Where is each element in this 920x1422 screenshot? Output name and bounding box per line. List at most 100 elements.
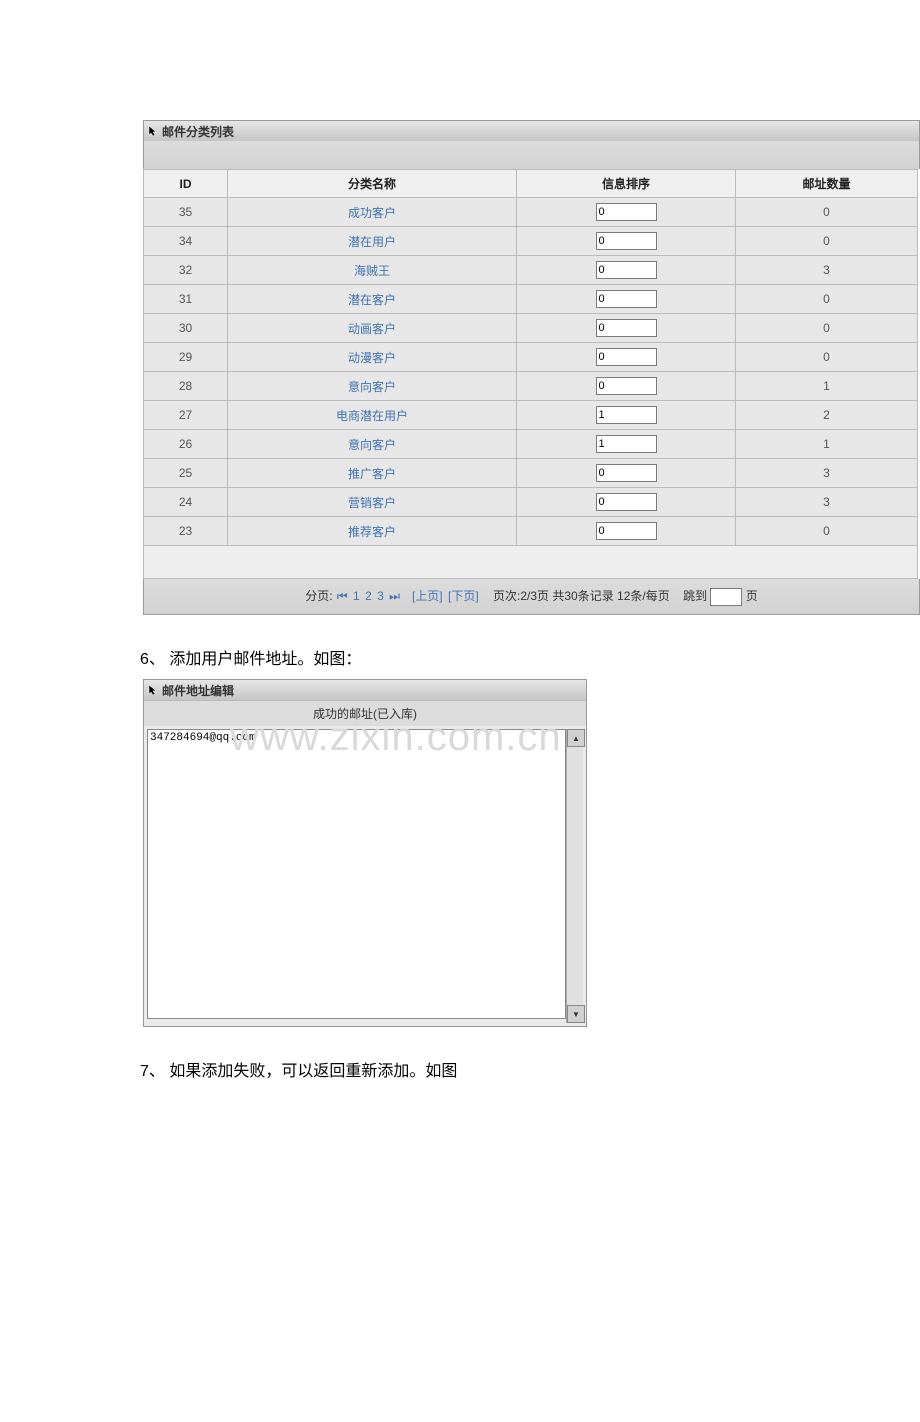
category-link[interactable]: 营销客户 [348, 496, 396, 510]
cell-sort [517, 488, 736, 517]
sort-input[interactable] [596, 522, 657, 540]
cell-id: 26 [144, 430, 228, 459]
cell-id: 29 [144, 343, 228, 372]
table-row: 35成功客户0 [144, 198, 918, 227]
cell-count: 0 [736, 517, 918, 546]
table-row: 25推广客户3 [144, 459, 918, 488]
sort-input[interactable] [596, 261, 657, 279]
panel-1-title: 邮件分类列表 [162, 123, 234, 140]
table-row: 31潜在客户0 [144, 285, 918, 314]
col-count: 邮址数量 [736, 170, 918, 198]
pager-page-1[interactable]: 1 [353, 589, 360, 603]
scroll-down-icon[interactable]: ▼ [567, 1005, 585, 1023]
pager-first[interactable]: ⏮ [337, 589, 348, 603]
step-6-text: 6、 添加用户邮件地址。如图： [140, 645, 920, 669]
cell-name: 意向客户 [228, 372, 517, 401]
sort-input[interactable] [596, 232, 657, 250]
category-link[interactable]: 海贼王 [354, 264, 390, 278]
sort-input[interactable] [596, 319, 657, 337]
scrollbar[interactable]: ▲ ▼ [566, 729, 583, 1023]
pager-page-3[interactable]: 3 [377, 589, 384, 603]
cell-count: 3 [736, 256, 918, 285]
category-link[interactable]: 潜在用户 [348, 235, 396, 249]
cell-name: 成功客户 [228, 198, 517, 227]
cell-sort [517, 343, 736, 372]
panel-2-titlebar: 邮件地址编辑 [144, 680, 586, 700]
cell-id: 30 [144, 314, 228, 343]
cell-sort [517, 285, 736, 314]
cell-name: 潜在用户 [228, 227, 517, 256]
panel-2: 邮件地址编辑 成功的邮址(已入库) ▲ ▼ [143, 679, 587, 1027]
cell-sort [517, 430, 736, 459]
cell-id: 28 [144, 372, 228, 401]
table-row: 28 意向客户 1 [144, 372, 918, 401]
pager-jump-label: 跳到 [683, 589, 707, 603]
table-row: 27电商潜在用户2 [144, 401, 918, 430]
category-link[interactable]: 推荐客户 [348, 525, 396, 539]
cell-name: 推广客户 [228, 459, 517, 488]
step-7-text: 7、 如果添加失败，可以返回重新添加。如图 [140, 1057, 920, 1081]
category-link[interactable]: 动画客户 [348, 322, 396, 336]
cell-sort [517, 227, 736, 256]
col-sort: 信息排序 [517, 170, 736, 198]
pager-last[interactable]: ⏭ [389, 589, 400, 603]
category-link[interactable]: 成功客户 [348, 206, 396, 220]
cell-id: 25 [144, 459, 228, 488]
category-link[interactable]: 潜在客户 [348, 293, 396, 307]
sort-input[interactable] [596, 435, 657, 453]
pager-jump-input[interactable] [710, 588, 742, 606]
category-link[interactable]: 动漫客户 [348, 351, 396, 365]
cursor-icon [148, 684, 160, 696]
panel-2-header: 成功的邮址(已入库) [144, 700, 586, 726]
cell-count: 3 [736, 488, 918, 517]
category-link[interactable]: 意向客户 [348, 380, 396, 394]
pager-prev[interactable]: [上页] [412, 589, 443, 603]
cell-sort [517, 198, 736, 227]
pager-next[interactable]: [下页] [448, 589, 479, 603]
cell-sort [517, 517, 736, 546]
cell-count: 1 [736, 372, 918, 401]
cell-id: 34 [144, 227, 228, 256]
panel-1-titlebar: 邮件分类列表 [143, 120, 920, 141]
email-textarea[interactable] [147, 729, 566, 1019]
category-link[interactable]: 意向客户 [348, 438, 396, 452]
cell-name: 营销客户 [228, 488, 517, 517]
cell-sort [517, 401, 736, 430]
col-name: 分类名称 [228, 170, 517, 198]
category-link[interactable]: 电商潜在用户 [336, 409, 408, 423]
table-row: 23 推荐客户 0 [144, 517, 918, 546]
cell-id: 35 [144, 198, 228, 227]
category-link[interactable]: 推广客户 [348, 467, 396, 481]
cell-name: 潜在客户 [228, 285, 517, 314]
sort-input[interactable] [596, 348, 657, 366]
sort-input[interactable] [596, 377, 657, 395]
cell-sort [517, 372, 736, 401]
table-row: 30动画客户0 [144, 314, 918, 343]
cell-name: 动漫客户 [228, 343, 517, 372]
sort-input[interactable] [596, 290, 657, 308]
sort-input[interactable] [596, 406, 657, 424]
cell-id: 27 [144, 401, 228, 430]
pager-page-2[interactable]: 2 [365, 589, 372, 603]
panel-2-title: 邮件地址编辑 [162, 682, 234, 699]
cursor-icon [148, 125, 160, 137]
table-row: 32海贼王3 [144, 256, 918, 285]
col-id: ID [144, 170, 228, 198]
cell-id: 24 [144, 488, 228, 517]
cell-count: 1 [736, 430, 918, 459]
sort-input[interactable] [596, 203, 657, 221]
sort-input[interactable] [596, 464, 657, 482]
table-row: 34潜在用户0 [144, 227, 918, 256]
scroll-up-icon[interactable]: ▲ [567, 729, 585, 747]
table-row: 29动漫客户0 [144, 343, 918, 372]
cell-name: 动画客户 [228, 314, 517, 343]
pager-label: 分页: [305, 589, 332, 603]
cell-name: 电商潜在用户 [228, 401, 517, 430]
cell-count: 0 [736, 285, 918, 314]
cell-name: 海贼王 [228, 256, 517, 285]
table-row: 24 营销客户 3 [144, 488, 918, 517]
sort-input[interactable] [596, 493, 657, 511]
cell-id: 23 [144, 517, 228, 546]
table-blank-row [144, 546, 918, 579]
table-row: 26 意向客户 1 [144, 430, 918, 459]
